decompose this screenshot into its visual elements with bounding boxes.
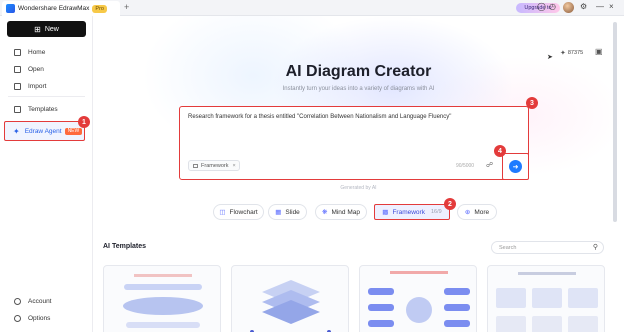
sidebar: ⊞ New Home Open Import Templates ✦ Edraw… (0, 16, 93, 332)
callout-badge: 2 (444, 198, 456, 210)
cursor-icon: ➤ (547, 54, 553, 61)
callout-badge: 4 (494, 145, 506, 157)
framework-chip[interactable]: Framework × (188, 160, 240, 171)
pill-count: 16/9 (430, 209, 442, 215)
chip-close-icon[interactable]: × (233, 163, 236, 169)
prompt-input[interactable]: Research framework for a thesis entitled… (179, 106, 529, 180)
template-card[interactable] (359, 265, 477, 332)
pill-label: Slide (285, 208, 300, 216)
pill-label: Framework (392, 208, 425, 216)
bell-icon[interactable]: ◯ (537, 2, 546, 11)
sidebar-item-label: Import (28, 82, 47, 90)
sparkle-icon: ✦ (13, 126, 20, 136)
callout-badge: 3 (526, 97, 538, 109)
pill-label: Mind Map (331, 208, 360, 216)
pill-flowchart[interactable]: ◫ Flowchart (213, 204, 264, 220)
import-icon (14, 82, 21, 90)
app-tab[interactable]: Wondershare EdrawMax Pro (2, 1, 120, 16)
open-icon (14, 65, 21, 73)
sidebar-item-edraw-agent[interactable]: ✦ Edraw Agent NEW (4, 121, 85, 141)
framework-icon: ▩ (382, 209, 389, 216)
close-icon[interactable]: × (609, 2, 614, 11)
template-thumbnail (368, 271, 470, 327)
character-counter: 90/5000 (456, 163, 475, 169)
pill-label: Flowchart (229, 208, 258, 216)
mind-map-icon: ❋ (322, 209, 328, 216)
add-tab-button[interactable]: + (124, 2, 129, 12)
sidebar-item-options[interactable]: Options (0, 311, 93, 325)
templates-section-title: AI Templates (103, 243, 147, 250)
diagram-type-selector: ◫ Flowchart ▦ Slide ❋ Mind Map ▩ Framewo… (93, 204, 624, 220)
pill-more[interactable]: ⊕ More (457, 204, 497, 220)
sidebar-item-account[interactable]: Account (0, 294, 93, 308)
template-thumbnail (123, 274, 203, 328)
new-badge: NEW (64, 127, 83, 135)
gift-icon[interactable]: ▣ (595, 47, 603, 56)
sidebar-item-label: Account (28, 297, 52, 305)
template-thumbnail (496, 272, 598, 332)
clock-icon[interactable]: ◷ (549, 2, 556, 11)
pro-badge: Pro (92, 4, 107, 13)
plus-icon: ⊞ (34, 24, 41, 34)
templates-icon (14, 105, 21, 113)
search-placeholder: Search (499, 244, 517, 251)
sidebar-item-label: Open (28, 65, 44, 73)
sidebar-item-home[interactable]: Home (0, 45, 93, 59)
sidebar-item-label: Templates (28, 105, 58, 113)
generated-note: Generated by AI (340, 185, 377, 191)
template-card[interactable] (103, 265, 221, 332)
app-title: Wondershare EdrawMax (18, 5, 90, 12)
callout-badge: 1 (78, 116, 90, 128)
new-label: New (44, 25, 59, 33)
flowchart-icon: ◫ (219, 209, 226, 216)
sidebar-item-label: Options (28, 314, 51, 322)
account-icon (14, 297, 21, 305)
prompt-text[interactable]: Research framework for a thesis entitled… (188, 114, 451, 120)
home-icon (14, 48, 21, 56)
scrollbar[interactable] (613, 22, 617, 222)
more-icon: ⊕ (464, 209, 471, 216)
title-bar: Wondershare EdrawMax Pro + Upgrade to ◯ … (0, 0, 624, 16)
sidebar-item-open[interactable]: Open (0, 62, 93, 76)
pill-framework[interactable]: ▩ Framework 16/9 (374, 204, 450, 220)
sidebar-item-import[interactable]: Import (0, 79, 93, 93)
template-card[interactable] (487, 265, 605, 332)
sparkle-icon: ✦ (560, 50, 566, 57)
pill-mind-map[interactable]: ❋ Mind Map (315, 204, 367, 220)
send-button[interactable]: ➜ (509, 160, 522, 173)
avatar[interactable] (563, 2, 574, 13)
options-icon (14, 314, 21, 322)
template-thumbnail (250, 280, 331, 332)
pill-label: More (474, 208, 490, 216)
sidebar-item-label: Home (28, 48, 46, 56)
divider (8, 96, 85, 97)
edrawmax-logo-icon (6, 4, 15, 13)
page-subtitle: Instantly turn your ideas into a variety… (282, 86, 435, 92)
framework-icon (193, 163, 198, 168)
page-title: AI Diagram Creator (285, 63, 432, 80)
sidebar-item-templates[interactable]: Templates (0, 102, 93, 116)
attach-icon[interactable]: ☍ (486, 161, 493, 169)
sidebar-item-label: Edraw Agent (24, 127, 62, 135)
template-card[interactable] (231, 265, 349, 332)
minimize-icon[interactable]: — (596, 2, 604, 11)
slide-icon: ▦ (275, 209, 282, 216)
new-button[interactable]: ⊞ New (7, 21, 86, 37)
settings-icon[interactable]: ⚙ (580, 2, 587, 11)
credits-counter[interactable]: ✦ 87375 (560, 49, 583, 57)
chip-label: Framework (201, 162, 229, 169)
search-icon: ⚲ (592, 244, 598, 251)
main-panel: ➤ ✦ 87375 ▣ AI Diagram Creator Instantly… (93, 16, 624, 332)
pill-slide[interactable]: ▦ Slide (268, 204, 307, 220)
send-frame: ➜ (502, 153, 529, 180)
search-input[interactable]: Search ⚲ (491, 241, 604, 254)
credits-value: 87375 (567, 50, 584, 56)
